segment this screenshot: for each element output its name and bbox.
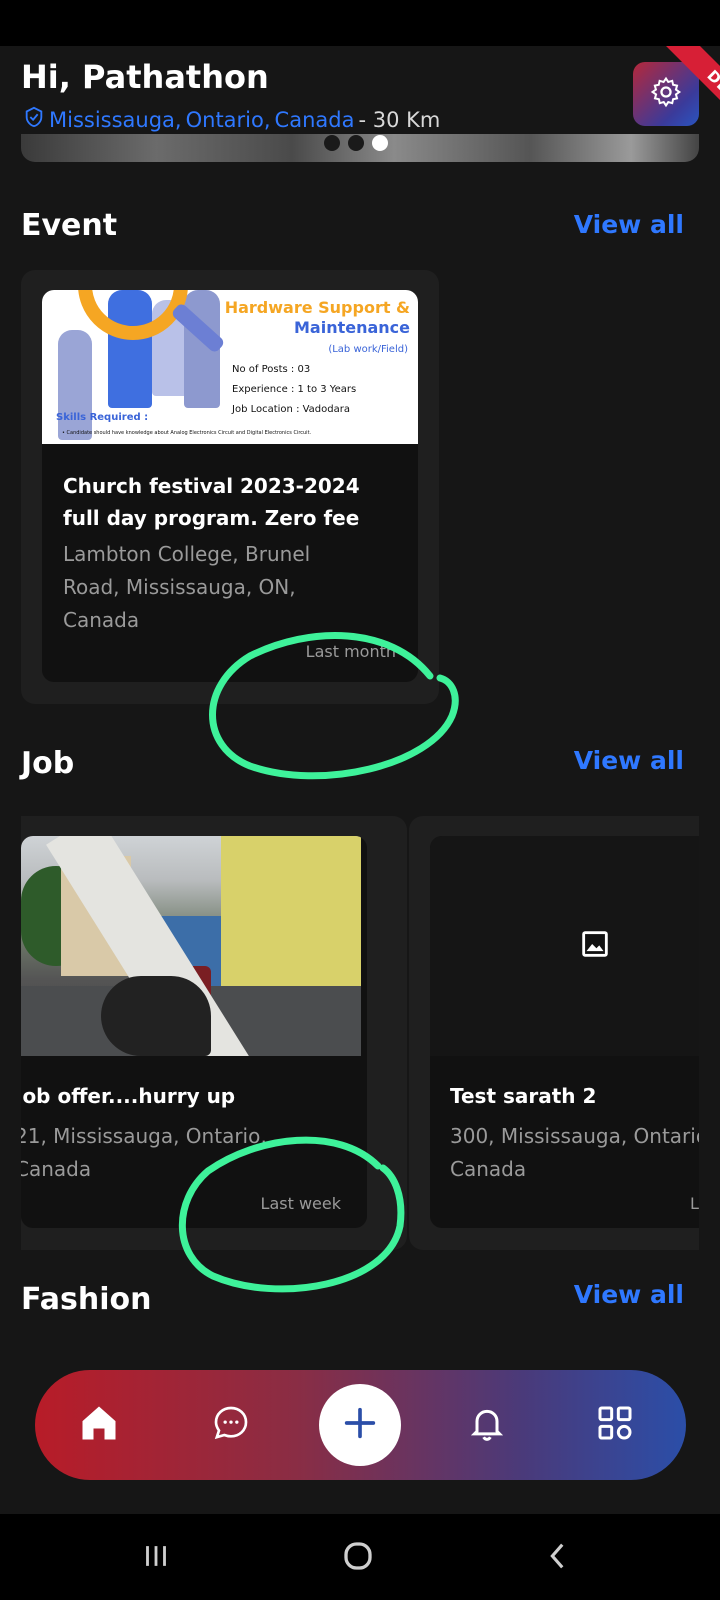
job-address-line: 300, Mississauga, Ontario, <box>450 1124 699 1148</box>
back-button[interactable] <box>536 1536 580 1580</box>
grid-icon <box>595 1403 635 1447</box>
event-card[interactable]: Hardware Support & Maintenance (Lab work… <box>21 270 439 704</box>
carousel-dot <box>348 135 364 151</box>
job-image-placeholder <box>430 836 699 1056</box>
gear-icon <box>649 75 683 113</box>
settings-button[interactable] <box>633 62 699 126</box>
job-card[interactable]: Test sarath 2 300, Mississauga, Ontario,… <box>409 816 699 1250</box>
job-photo <box>21 836 361 1056</box>
event-title-line: Church festival 2023-2024 <box>63 474 360 498</box>
poster-row: No of Posts : 03 <box>232 364 311 375</box>
poster-skills-label: Skills Required : <box>56 412 149 423</box>
chat-icon <box>211 1403 251 1447</box>
greeting-title: Hi, Pathathon <box>21 58 269 96</box>
job-view-all-link[interactable]: View all <box>574 746 684 775</box>
carousel-indicator <box>324 135 388 151</box>
event-time-label: Last month <box>305 642 396 661</box>
job-address-line: Canada <box>21 1157 92 1181</box>
job-title: Test sarath 2 <box>450 1084 597 1108</box>
event-title-line: full day program. Zero fee <box>63 506 360 530</box>
system-navigation-bar <box>0 1514 720 1600</box>
status-bar <box>0 0 720 46</box>
photo-side-mirror <box>101 976 211 1056</box>
location-country: Canada <box>274 107 355 132</box>
carousel-dot-active <box>372 135 388 151</box>
location-distance: - 30 Km <box>358 107 441 132</box>
bottom-navigation <box>35 1370 686 1480</box>
home-icon <box>77 1401 121 1449</box>
location-selector[interactable]: Mississauga, Ontario, Canada - 30 Km <box>23 106 440 133</box>
poster-title-line: Maintenance <box>293 318 410 337</box>
event-section-title: Event <box>21 208 118 243</box>
job-card-inner: Job offer....hurry up 21, Mississauga, O… <box>21 836 367 1228</box>
job-address-line: Canada <box>450 1157 527 1181</box>
job-section-title: Job <box>21 746 75 781</box>
event-card-inner: Hardware Support & Maintenance (Lab work… <box>42 290 418 682</box>
nav-notifications-button[interactable] <box>459 1397 515 1453</box>
home-screen: Hi, Pathathon Mississauga, Ontario, Cana… <box>0 46 720 1514</box>
location-pin-icon <box>23 106 45 133</box>
add-icon <box>340 1403 380 1447</box>
location-city: Mississauga, <box>49 107 182 132</box>
job-card-inner: Test sarath 2 300, Mississauga, Ontario,… <box>430 836 699 1228</box>
recent-apps-icon <box>139 1539 173 1577</box>
poster-row: Experience : 1 to 3 Years <box>232 384 357 395</box>
carousel-dot <box>324 135 340 151</box>
nav-add-button[interactable] <box>319 1384 401 1466</box>
recent-apps-button[interactable] <box>134 1536 178 1580</box>
home-system-button[interactable] <box>336 1536 380 1580</box>
event-view-all-link[interactable]: View all <box>574 210 684 239</box>
job-carousel[interactable]: Job offer....hurry up 21, Mississauga, O… <box>21 816 699 1266</box>
event-address-line: Road, Mississauga, ON, <box>63 575 296 599</box>
poster-note: • Candidate should have knowledge about … <box>62 430 312 436</box>
poster-title: Hardware Support & Maintenance <box>225 298 410 338</box>
event-address-line: Lambton College, Brunel <box>63 542 311 566</box>
nav-home-button[interactable] <box>71 1397 127 1453</box>
fashion-section-title: Fashion <box>21 1282 152 1317</box>
job-time-label: Last week <box>690 1194 699 1213</box>
poster-subtitle: (Lab work/Field) <box>328 344 408 355</box>
event-address-line: Canada <box>63 608 140 632</box>
job-time-label: Last week <box>260 1194 341 1213</box>
image-placeholder-icon <box>578 927 612 965</box>
job-title: Job offer....hurry up <box>21 1084 236 1108</box>
nav-menu-button[interactable] <box>587 1397 643 1453</box>
job-address-line: 21, Mississauga, Ontario, <box>21 1124 267 1148</box>
home-circle-icon <box>340 1538 376 1578</box>
poster-figure <box>58 330 92 440</box>
chevron-left-icon <box>541 1539 575 1577</box>
location-province: Ontario, <box>185 107 271 132</box>
fashion-view-all-link[interactable]: View all <box>574 1280 684 1309</box>
poster-title-line: Hardware Support & <box>224 298 410 317</box>
photo-building <box>221 836 361 986</box>
event-poster-image: Hardware Support & Maintenance (Lab work… <box>42 290 418 444</box>
nav-chat-button[interactable] <box>203 1397 259 1453</box>
bell-icon <box>467 1403 507 1447</box>
job-card[interactable]: Job offer....hurry up 21, Mississauga, O… <box>21 816 407 1250</box>
poster-row: Job Location : Vadodara <box>232 404 350 415</box>
